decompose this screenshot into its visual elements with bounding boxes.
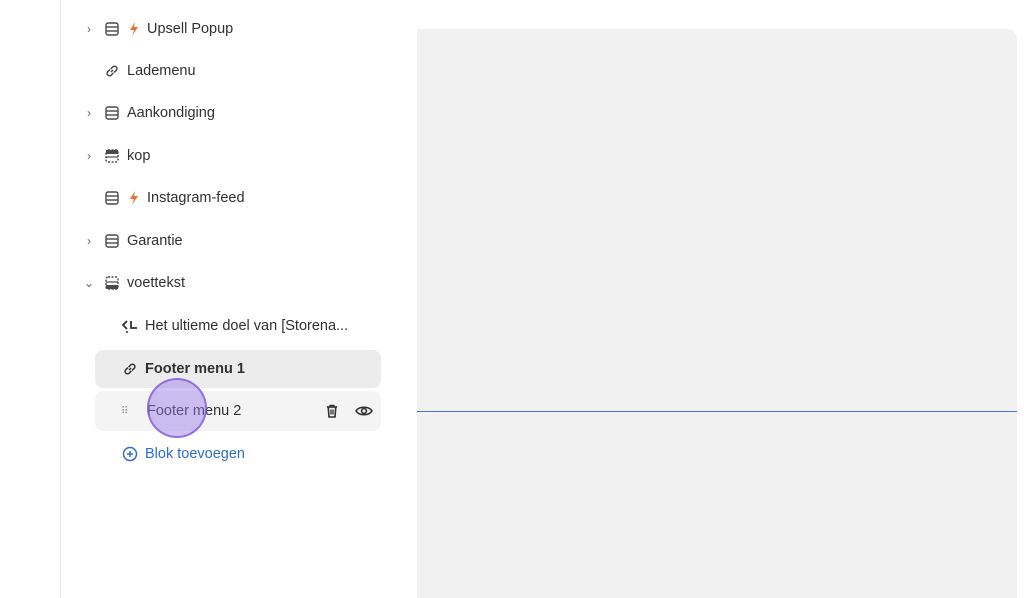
section-icon (103, 104, 121, 122)
drop-indicator-line (417, 411, 1017, 412)
cursor-indicator (147, 378, 207, 438)
section-icon (103, 189, 121, 207)
text-block-icon (121, 317, 139, 335)
footer-section-icon (103, 274, 121, 292)
section-voettekst[interactable]: ⌄ voettekst (81, 264, 417, 302)
theme-editor-sidebar: › Upsell Popup Lademenu › Aankondiging ›… (60, 0, 417, 598)
trash-icon[interactable] (323, 402, 341, 420)
plus-circle-icon (121, 445, 139, 463)
section-lademenu[interactable]: Lademenu (81, 52, 417, 90)
drag-handle-icon[interactable]: ⠿ (121, 391, 128, 431)
section-label: Garantie (127, 233, 183, 249)
section-label: Instagram-feed (147, 190, 245, 206)
section-label: voettekst (127, 275, 186, 291)
link-icon (103, 62, 121, 80)
section-upsell-popup[interactable]: › Upsell Popup (81, 10, 417, 48)
header-section-icon (103, 147, 121, 165)
block-label: Footer menu 1 (145, 361, 245, 377)
add-block-button[interactable]: Blok toevoegen (95, 435, 381, 473)
section-garantie[interactable]: › Garantie (81, 222, 417, 260)
block-actions (323, 391, 373, 431)
bolt-icon (129, 22, 139, 36)
section-icon (103, 20, 121, 38)
bolt-icon (129, 191, 139, 205)
chevron-right-icon[interactable]: › (83, 22, 95, 36)
chevron-right-icon[interactable]: › (83, 234, 95, 248)
section-label: Lademenu (127, 63, 196, 79)
chevron-down-icon[interactable]: ⌄ (83, 276, 95, 290)
eye-icon[interactable] (355, 402, 373, 420)
block-text[interactable]: Het ultieme doel van [Storena... (95, 307, 381, 345)
block-footer-menu-1[interactable]: Footer menu 1 (95, 350, 381, 388)
section-kop[interactable]: › kop (81, 137, 417, 175)
chevron-right-icon[interactable]: › (83, 149, 95, 163)
section-label: Upsell Popup (147, 21, 234, 37)
section-instagram-feed[interactable]: Instagram-feed (81, 179, 417, 217)
section-aankondiging[interactable]: › Aankondiging (81, 94, 417, 132)
section-label: Aankondiging (127, 105, 215, 121)
block-label: Het ultieme doel van [Storena... (145, 318, 349, 334)
chevron-right-icon[interactable]: › (83, 106, 95, 120)
preview-canvas (417, 29, 1017, 598)
section-label: kop (127, 148, 151, 164)
link-icon (121, 360, 139, 378)
add-block-label: Blok toevoegen (145, 446, 245, 462)
section-icon (103, 232, 121, 250)
block-footer-menu-2[interactable]: ⠿ Footer menu 2 (95, 391, 381, 431)
